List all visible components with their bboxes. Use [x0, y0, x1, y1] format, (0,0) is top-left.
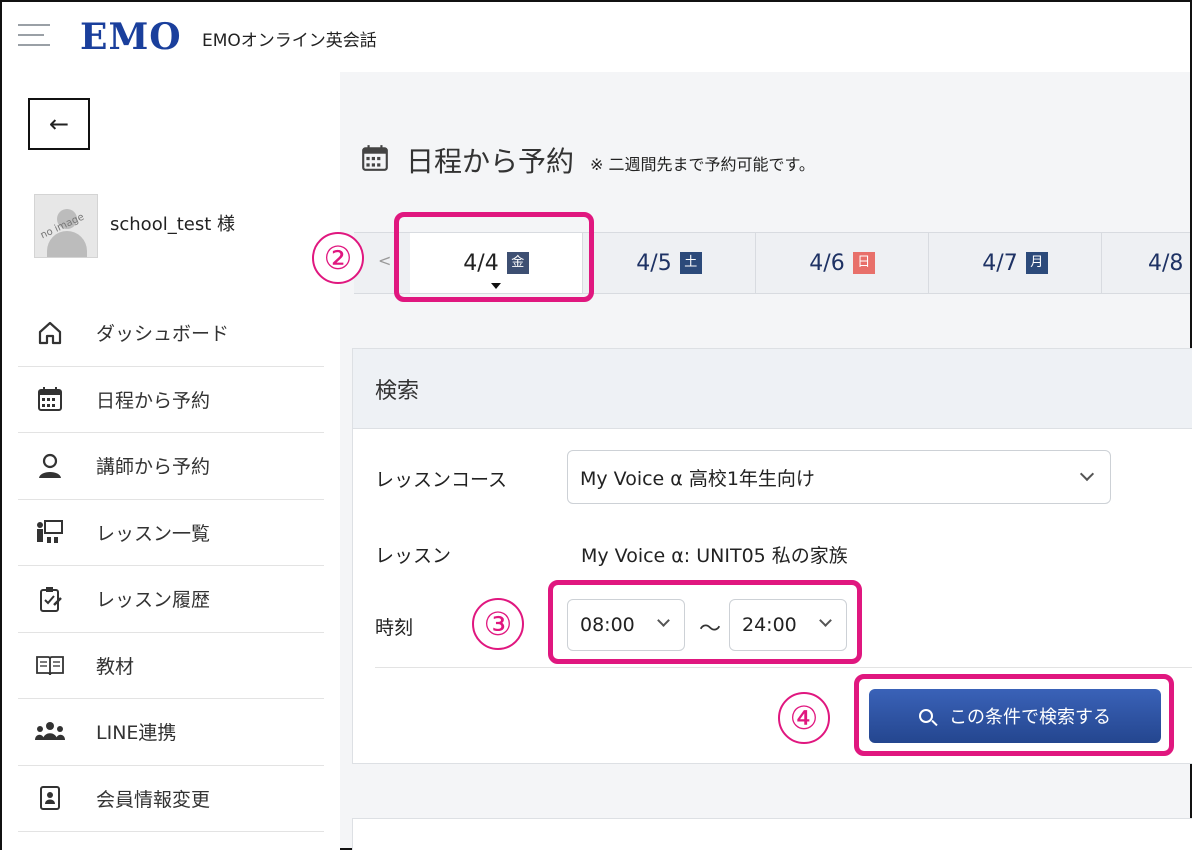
brand-name: EMOオンライン英会話 [202, 31, 377, 51]
sidebar-item-profile[interactable]: 会員情報変更 [18, 766, 324, 832]
lesson-label: レッスン [375, 545, 452, 567]
search-button[interactable]: この条件で検索する [869, 689, 1161, 743]
date-tab-4[interactable]: 4/8 [1102, 233, 1190, 293]
sidebar-item-label: 講師から予約 [96, 456, 211, 479]
step-2-marker: ② [312, 232, 364, 284]
course-label: レッスンコース [375, 469, 508, 491]
weekday-badge: 日 [852, 252, 875, 274]
main-content: 日程から予約 ※ 二週間先まで予約可能です。 < 4/4 金 4/5 土 4/6… [340, 72, 1192, 850]
calendar-icon [32, 384, 68, 414]
time-label: 時刻 [375, 617, 414, 639]
page-title: 日程から予約 [406, 145, 575, 178]
search-heading: 検索 [353, 349, 1192, 429]
username: school_test 様 [110, 214, 235, 235]
time-to-select[interactable]: 24:00 [729, 599, 847, 651]
profile-card-icon [32, 783, 68, 813]
time-from-select[interactable]: 08:00 [567, 599, 685, 651]
weekday-badge: 金 [506, 252, 529, 274]
teacher-icon [32, 451, 68, 481]
date-prev-button[interactable]: < [378, 251, 391, 270]
date-label: 4/8 [1148, 250, 1184, 276]
date-tab-3[interactable]: 4/7 月 [929, 233, 1102, 293]
clipboard-icon [32, 584, 68, 614]
divider [375, 667, 1192, 668]
sidebar-item-label: 日程から予約 [96, 389, 211, 412]
date-label: 4/7 [982, 250, 1018, 276]
time-separator: 〜 [699, 617, 722, 642]
menu-icon[interactable] [18, 24, 50, 48]
step-3-marker: ③ [472, 598, 524, 650]
sidebar-item-label: 教材 [96, 655, 135, 678]
course-select-value: My Voice α 高校1年生向け [580, 467, 815, 490]
search-panel: 検索 レッスンコース My Voice α 高校1年生向け レッスン My Vo… [352, 348, 1192, 764]
time-from-value: 08:00 [580, 614, 635, 636]
date-tab-0[interactable]: 4/4 金 [410, 233, 583, 293]
search-icon [919, 709, 933, 723]
home-icon [32, 318, 68, 348]
page-title-row: 日程から予約 ※ 二週間先まで予約可能です。 [360, 140, 815, 180]
step-4-marker: ④ [778, 692, 830, 744]
date-label: 4/5 [636, 250, 672, 276]
sidebar-item-label: レッスン一覧 [96, 522, 211, 545]
app-header: EMO EMOオンライン英会話 [2, 2, 1190, 72]
sidebar-item-lessons[interactable]: レッスン一覧 [18, 500, 324, 566]
classroom-icon [32, 517, 68, 547]
group-icon [32, 717, 68, 747]
date-tabs: < 4/4 金 4/5 土 4/6 日 4/7 月 4/8 [354, 232, 1190, 294]
sidebar-item-label: レッスン履歴 [96, 589, 211, 612]
date-label: 4/6 [809, 250, 845, 276]
search-button-label: この条件で検索する [949, 707, 1111, 728]
date-tab-1[interactable]: 4/5 土 [583, 233, 756, 293]
sidebar: ← no image school_test 様 ダッシュボード 日程から予約 … [2, 72, 340, 850]
results-panel [352, 818, 1192, 850]
caret-down-icon [491, 283, 501, 289]
page-note: ※ 二週間先まで予約可能です。 [590, 155, 815, 174]
sidebar-item-label: ダッシュボード [96, 323, 230, 346]
sidebar-item-materials[interactable]: 教材 [18, 633, 324, 699]
date-tab-2[interactable]: 4/6 日 [756, 233, 929, 293]
sidebar-item-dashboard[interactable]: ダッシュボード [18, 300, 324, 367]
chevron-down-icon [1079, 466, 1095, 482]
calendar-icon [360, 143, 390, 177]
chevron-down-icon [819, 614, 832, 627]
logo: EMO [80, 16, 182, 58]
sidebar-item-schedule[interactable]: 日程から予約 [18, 367, 324, 433]
sidebar-item-label: LINE連携 [96, 722, 177, 745]
date-label: 4/4 [463, 250, 499, 276]
sidebar-nav: ダッシュボード 日程から予約 講師から予約 レッスン一覧 レッスン履歴 教材 L… [18, 300, 324, 832]
sidebar-item-history[interactable]: レッスン履歴 [18, 566, 324, 633]
weekday-badge: 土 [679, 252, 702, 274]
avatar: no image [34, 194, 98, 258]
sidebar-item-label: 会員情報変更 [96, 788, 211, 811]
lesson-value: My Voice α: UNIT05 私の家族 [581, 545, 848, 567]
sidebar-item-line[interactable]: LINE連携 [18, 699, 324, 766]
book-icon [32, 650, 68, 680]
weekday-badge: 月 [1025, 252, 1048, 274]
time-to-value: 24:00 [742, 614, 797, 636]
chevron-down-icon [657, 614, 670, 627]
course-select[interactable]: My Voice α 高校1年生向け [567, 450, 1111, 504]
back-button[interactable]: ← [28, 98, 90, 150]
sidebar-item-teacher[interactable]: 講師から予約 [18, 433, 324, 500]
